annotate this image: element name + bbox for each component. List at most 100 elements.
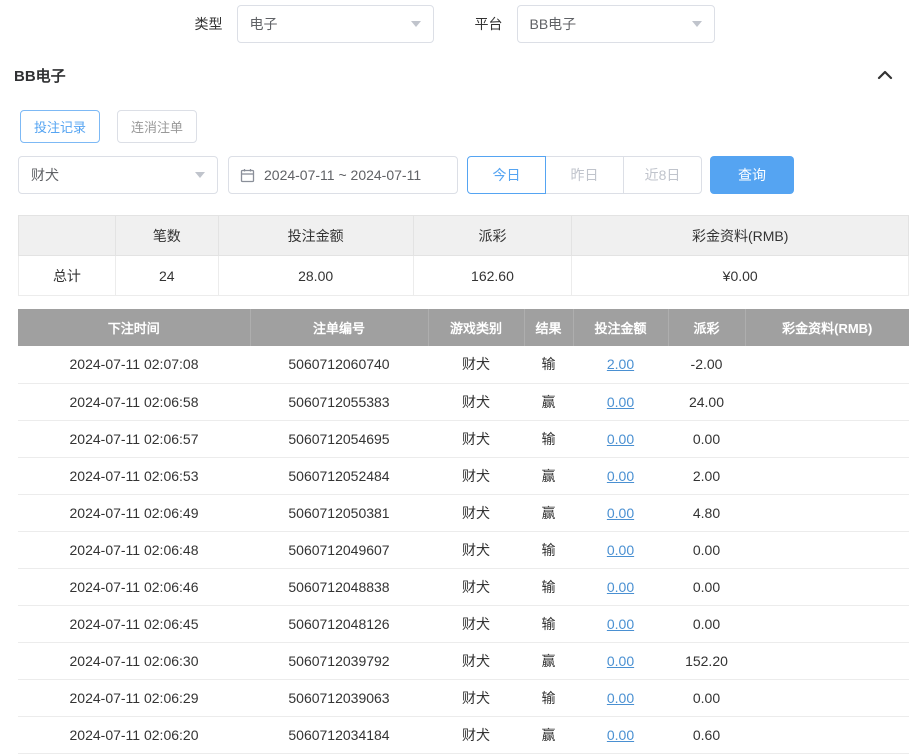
tab-cancelled-orders[interactable]: 连消注单 — [117, 110, 197, 143]
summary-total-label: 总计 — [19, 256, 116, 296]
cell-result: 输 — [524, 605, 573, 642]
bet-amount-link[interactable]: 0.00 — [607, 653, 634, 669]
cell-payout: 0.00 — [668, 420, 745, 457]
section-header: BB电子 — [0, 60, 909, 90]
cell-result: 赢 — [524, 642, 573, 679]
cell-payout: 152.20 — [668, 642, 745, 679]
cell-result: 赢 — [524, 716, 573, 753]
cell-bonus — [745, 605, 909, 642]
cell-payout: 0.00 — [668, 531, 745, 568]
cell-result: 赢 — [524, 383, 573, 420]
cell-bet-amount: 0.00 — [573, 568, 668, 605]
cell-bet-time: 2024-07-11 02:06:49 — [18, 494, 250, 531]
table-row: 2024-07-11 02:06:585060712055383财犬赢0.002… — [18, 383, 909, 420]
cell-order-number: 5060712039063 — [250, 679, 428, 716]
bet-amount-link[interactable]: 0.00 — [607, 542, 634, 558]
cell-game-type: 财犬 — [428, 383, 524, 420]
bet-amount-link[interactable]: 0.00 — [607, 579, 634, 595]
chevron-down-icon — [411, 21, 421, 27]
header-order-number: 注单编号 — [250, 309, 428, 346]
cell-game-type: 财犬 — [428, 605, 524, 642]
last-8-days-button[interactable]: 近8日 — [623, 156, 702, 194]
cell-bet-amount: 0.00 — [573, 679, 668, 716]
chevron-up-icon — [877, 70, 893, 80]
quick-date-button-group: 今日 昨日 近8日 — [467, 156, 702, 194]
chevron-down-icon — [195, 172, 205, 178]
cell-result: 输 — [524, 568, 573, 605]
table-row: 2024-07-11 02:06:535060712052484财犬赢0.002… — [18, 457, 909, 494]
bet-amount-link[interactable]: 0.00 — [607, 690, 634, 706]
summary-header-payout: 派彩 — [413, 216, 572, 256]
date-range-value: 2024-07-11 ~ 2024-07-11 — [264, 167, 421, 183]
cell-bet-amount: 2.00 — [573, 346, 668, 383]
cell-result: 赢 — [524, 457, 573, 494]
summary-header-count: 笔数 — [115, 216, 218, 256]
cell-order-number: 5060712052484 — [250, 457, 428, 494]
platform-select-value: BB电子 — [530, 14, 577, 34]
cell-bonus — [745, 420, 909, 457]
platform-select[interactable]: BB电子 — [517, 5, 715, 43]
summary-header-empty — [19, 216, 116, 256]
search-button[interactable]: 查询 — [710, 156, 794, 194]
bet-amount-link[interactable]: 0.00 — [607, 394, 634, 410]
cell-bet-time: 2024-07-11 02:06:58 — [18, 383, 250, 420]
cell-bonus — [745, 568, 909, 605]
cell-payout: 2.00 — [668, 457, 745, 494]
type-select-value: 电子 — [250, 14, 278, 34]
cell-bet-amount: 0.00 — [573, 716, 668, 753]
platform-label: 平台 — [475, 14, 503, 34]
cell-game-type: 财犬 — [428, 346, 524, 383]
date-range-picker[interactable]: 2024-07-11 ~ 2024-07-11 — [228, 156, 458, 194]
cell-game-type: 财犬 — [428, 494, 524, 531]
collapse-button[interactable] — [875, 68, 895, 82]
cell-payout: 0.00 — [668, 605, 745, 642]
summary-table: 笔数 投注金额 派彩 彩金资料(RMB) 总计 24 28.00 162.60 … — [18, 215, 909, 296]
filter-row: 财犬 2024-07-11 ~ 2024-07-11 今日 昨日 近8日 查询 — [18, 156, 909, 194]
cell-payout: 0.00 — [668, 568, 745, 605]
header-game-type: 游戏类别 — [428, 309, 524, 346]
cell-order-number: 5060712050381 — [250, 494, 428, 531]
header-bonus: 彩金资料(RMB) — [745, 309, 909, 346]
cell-bet-time: 2024-07-11 02:07:08 — [18, 346, 250, 383]
table-row: 2024-07-11 02:06:305060712039792财犬赢0.001… — [18, 642, 909, 679]
table-row: 2024-07-11 02:07:085060712060740财犬输2.00-… — [18, 346, 909, 383]
cell-payout: 0.00 — [668, 679, 745, 716]
cell-payout: 0.60 — [668, 716, 745, 753]
bet-amount-link[interactable]: 0.00 — [607, 616, 634, 632]
cell-bet-time: 2024-07-11 02:06:57 — [18, 420, 250, 457]
bets-table-body: 2024-07-11 02:07:085060712060740财犬输2.00-… — [18, 346, 909, 753]
cell-payout: -2.00 — [668, 346, 745, 383]
cell-bet-amount: 0.00 — [573, 420, 668, 457]
cell-bet-time: 2024-07-11 02:06:29 — [18, 679, 250, 716]
bet-amount-link[interactable]: 0.00 — [607, 727, 634, 743]
bet-amount-link[interactable]: 0.00 — [607, 505, 634, 521]
record-type-tabs: 投注记录 连消注单 — [20, 110, 909, 143]
today-button[interactable]: 今日 — [467, 156, 546, 194]
cell-bet-amount: 0.00 — [573, 383, 668, 420]
bet-amount-link[interactable]: 0.00 — [607, 431, 634, 447]
cell-result: 输 — [524, 679, 573, 716]
cell-game-type: 财犬 — [428, 716, 524, 753]
cell-order-number: 5060712049607 — [250, 531, 428, 568]
bet-amount-link[interactable]: 2.00 — [607, 356, 634, 372]
cell-bonus — [745, 457, 909, 494]
table-row: 2024-07-11 02:06:485060712049607财犬输0.000… — [18, 531, 909, 568]
summary-header-row: 笔数 投注金额 派彩 彩金资料(RMB) — [19, 216, 909, 256]
cell-bonus — [745, 531, 909, 568]
chevron-down-icon — [692, 21, 702, 27]
summary-bet-amount-value: 28.00 — [218, 256, 413, 296]
bet-amount-link[interactable]: 0.00 — [607, 468, 634, 484]
cell-payout: 4.80 — [668, 494, 745, 531]
tab-bet-records[interactable]: 投注记录 — [20, 110, 100, 143]
platform-filter-group: 平台 BB电子 — [475, 5, 715, 43]
top-filter-row: 类型 电子 平台 BB电子 — [0, 0, 909, 48]
game-select[interactable]: 财犬 — [18, 156, 218, 194]
section-title: BB电子 — [14, 65, 66, 86]
cell-bonus — [745, 494, 909, 531]
yesterday-button[interactable]: 昨日 — [545, 156, 624, 194]
cell-game-type: 财犬 — [428, 457, 524, 494]
type-select[interactable]: 电子 — [237, 5, 434, 43]
cell-game-type: 财犬 — [428, 420, 524, 457]
cell-result: 输 — [524, 531, 573, 568]
cell-bet-amount: 0.00 — [573, 605, 668, 642]
